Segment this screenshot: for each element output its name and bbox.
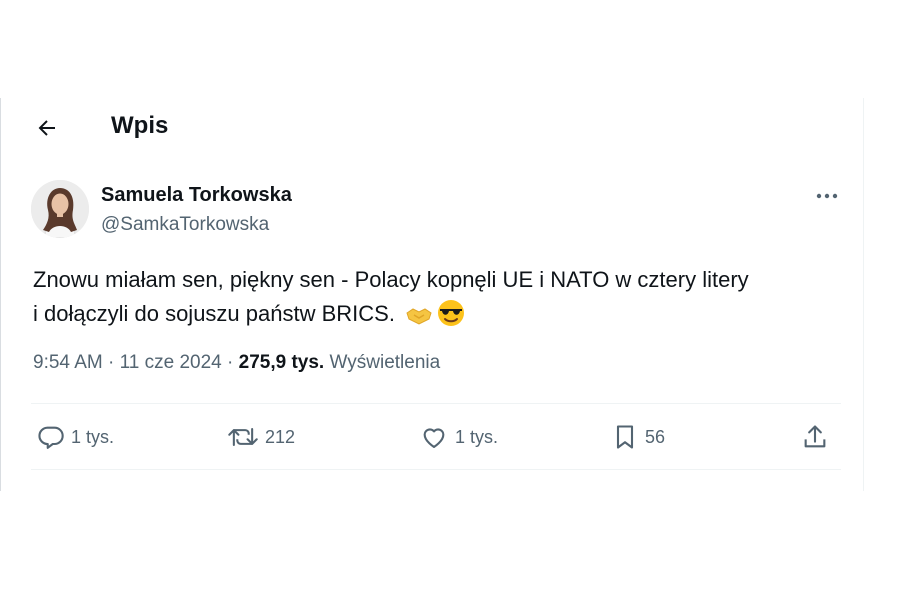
share-icon xyxy=(804,425,826,448)
tweet-meta: 9:54 AM · 11 cze 2024 · 275,9 tys. Wyświ… xyxy=(33,352,440,374)
more-icon xyxy=(816,193,838,199)
page-title: Wpis xyxy=(111,112,169,139)
profile-photo-icon xyxy=(31,180,89,238)
tweet-panel: Wpis Samuela Torkowska @SamkaTorkowska Z… xyxy=(0,98,864,491)
repost-icon xyxy=(228,427,258,447)
bookmark-icon xyxy=(616,425,634,449)
sunglasses-emoji xyxy=(437,299,465,337)
reply-count: 1 tys. xyxy=(71,426,115,447)
meta-separator: · xyxy=(108,352,115,373)
reply-icon xyxy=(38,426,64,449)
heart-icon xyxy=(423,428,445,448)
like-count: 1 tys. xyxy=(455,426,499,447)
tweet-text-line-1: Znowu miałam sen, piękny sen - Polacy ko… xyxy=(33,267,749,292)
meta-separator: · xyxy=(227,352,234,373)
repost-button[interactable]: 212 xyxy=(227,416,295,458)
views-label: Wyświetlenia xyxy=(329,352,441,373)
handshake-emoji xyxy=(405,303,433,337)
back-button[interactable] xyxy=(31,112,63,144)
author-name[interactable]: Samuela Torkowska xyxy=(101,184,292,207)
arrow-left-icon xyxy=(38,120,55,136)
more-options-button[interactable] xyxy=(813,186,841,206)
divider xyxy=(31,469,841,470)
bookmark-count: 56 xyxy=(645,426,666,447)
tweet-actions: 1 tys. 212 1 tys. 56 xyxy=(31,416,841,458)
repost-count: 212 xyxy=(265,426,296,447)
avatar[interactable] xyxy=(31,180,89,238)
tweet-date[interactable]: 11 cze 2024 xyxy=(120,352,222,373)
page-header: Wpis xyxy=(1,98,863,158)
share-button[interactable] xyxy=(801,416,835,458)
tweet-text-line-2: i dołączyli do sojuszu państw BRICS. xyxy=(33,301,395,326)
bookmark-button[interactable]: 56 xyxy=(611,416,665,458)
views-count: 275,9 tys. xyxy=(238,352,325,373)
author-handle[interactable]: @SamkaTorkowska xyxy=(101,214,269,236)
divider xyxy=(31,403,841,404)
reply-button[interactable]: 1 tys. xyxy=(37,416,114,458)
tweet-text: Znowu miałam sen, piękny sen - Polacy ko… xyxy=(33,263,848,337)
like-button[interactable]: 1 tys. xyxy=(419,416,498,458)
tweet-time[interactable]: 9:54 AM xyxy=(33,352,103,373)
